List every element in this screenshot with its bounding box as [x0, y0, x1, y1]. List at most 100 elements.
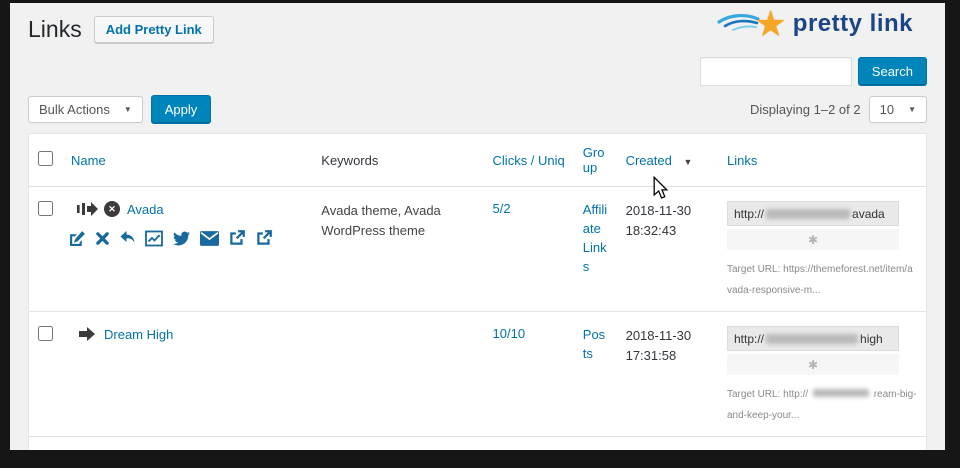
row-checkbox[interactable] — [38, 201, 53, 216]
delete-icon[interactable] — [95, 231, 110, 246]
created-cell: 2018-11-30 17:31:58 — [617, 312, 718, 437]
search-input[interactable] — [700, 57, 852, 86]
no-redirect-icon: ✕ — [104, 201, 120, 217]
footer-empty-cell — [29, 437, 63, 451]
redirect-arrow-icon — [77, 326, 98, 342]
external-link-icon[interactable] — [228, 229, 246, 247]
row-select-cell — [29, 312, 63, 437]
slug-strip: ✱ — [727, 229, 899, 250]
name-cell: Dream High — [62, 312, 312, 437]
name-line: Dream High — [71, 326, 303, 342]
group-link[interactable]: Posts — [583, 327, 605, 361]
clicks-cell: 5/2 — [484, 187, 574, 312]
per-page-select[interactable]: 10 ▼ — [869, 96, 927, 123]
pretty-url-input[interactable]: http:// high — [727, 326, 899, 351]
row-select-cell — [29, 187, 63, 312]
link-name[interactable]: Avada — [127, 202, 164, 217]
bulk-actions-label: Bulk Actions — [39, 102, 110, 117]
chevron-down-icon: ▼ — [124, 105, 132, 114]
target-url-text: Target URL: https://themeforest.net/item… — [727, 259, 917, 301]
footer-header-links: Links — [718, 437, 927, 451]
add-pretty-link-button[interactable]: Add Pretty Link — [94, 16, 214, 43]
bulk-actions-select[interactable]: Bulk Actions ▼ — [28, 96, 143, 123]
link-name[interactable]: Dream High — [104, 327, 173, 342]
clicks-link[interactable]: 10/10 — [493, 326, 526, 341]
column-header-clicks[interactable]: Clicks / Uniq — [484, 134, 574, 187]
search-button[interactable]: Search — [858, 57, 927, 86]
url-prefix: http:// — [734, 332, 764, 346]
group-link[interactable]: Affiliate Links — [583, 202, 607, 274]
pagination-top: Displaying 1–2 of 2 10 ▼ — [750, 96, 927, 123]
table-footer: Name Keywords Clicks / Uniq Group Create… — [29, 437, 927, 451]
created-time: 18:32:43 — [626, 221, 709, 241]
row-actions — [69, 229, 303, 247]
sort-descending-icon: ▼ — [683, 157, 692, 167]
url-suffix: high — [860, 332, 883, 346]
created-date: 2018-11-30 — [626, 326, 709, 346]
select-all-cell — [29, 134, 63, 187]
email-icon[interactable] — [200, 231, 219, 246]
footer-header-created: Created — [617, 437, 718, 451]
twitter-icon[interactable] — [172, 230, 191, 247]
chevron-down-icon: ▼ — [908, 105, 916, 114]
logo-star-icon: ★ — [755, 9, 787, 39]
visit-link-icon[interactable] — [255, 229, 273, 247]
keywords-cell — [312, 312, 483, 437]
page-title: Links — [28, 16, 82, 43]
target-url-text: Target URL: http:// ream-big-and-keep-yo… — [727, 384, 917, 426]
footer-row: Name Keywords Clicks / Uniq Group Create… — [29, 437, 927, 451]
reset-reply-icon[interactable] — [119, 230, 136, 246]
name-cell: ✕ Avada — [62, 187, 312, 312]
edit-icon[interactable] — [69, 230, 86, 247]
pretty-url-input[interactable]: http:// avada — [727, 201, 899, 226]
name-line: ✕ Avada — [71, 201, 303, 217]
apply-button[interactable]: Apply — [151, 95, 212, 124]
clicks-link[interactable]: 5/2 — [493, 201, 511, 216]
header-row: Name Keywords Clicks / Uniq Group Create… — [29, 134, 927, 187]
table-header: Name Keywords Clicks / Uniq Group Create… — [29, 134, 927, 187]
admin-page: Links Add Pretty Link ★ pretty link Sear… — [10, 3, 945, 450]
footer-header-keywords: Keywords — [312, 437, 483, 451]
pretty-link-logo: ★ pretty link — [717, 9, 913, 39]
asterisk-icon: ✱ — [808, 233, 818, 247]
links-table: Name Keywords Clicks / Uniq Group Create… — [28, 133, 927, 450]
row-checkbox[interactable] — [38, 326, 53, 341]
clicks-cell: 10/10 — [484, 312, 574, 437]
column-header-links[interactable]: Links — [718, 134, 927, 187]
column-header-group[interactable]: Group — [574, 134, 617, 187]
created-date: 2018-11-30 — [626, 201, 709, 221]
created-label: Created — [626, 153, 672, 168]
group-cell: Posts — [574, 312, 617, 437]
asterisk-icon: ✱ — [808, 358, 818, 372]
blurred-url-segment — [766, 209, 850, 219]
blurred-url-segment — [766, 334, 858, 344]
links-cell: http:// high ✱ Target URL: http:// ream-… — [718, 312, 927, 437]
target-url-prefix: Target URL: http:// — [727, 389, 808, 400]
stats-chart-icon[interactable] — [145, 230, 163, 247]
displaying-text: Displaying 1–2 of 2 — [750, 102, 861, 117]
table-row: ✕ Avada — [29, 187, 927, 312]
page-header: Links Add Pretty Link ★ pretty link — [28, 3, 927, 43]
url-prefix: http:// — [734, 207, 764, 221]
column-header-created[interactable]: Created ▼ — [617, 134, 718, 187]
tracking-arrow-icon — [77, 201, 98, 217]
links-cell: http:// avada ✱ Target URL: https://them… — [718, 187, 927, 312]
bulk-actions-group: Bulk Actions ▼ Apply — [28, 95, 211, 124]
column-header-name[interactable]: Name — [62, 134, 312, 187]
table-row: Dream High 10/10 Posts 2018-11-30 17:31:… — [29, 312, 927, 437]
footer-header-clicks: Clicks / Uniq — [484, 437, 574, 451]
list-toolbar: Bulk Actions ▼ Apply Displaying 1–2 of 2… — [28, 95, 927, 124]
search-bar: Search — [28, 57, 927, 86]
created-time: 17:31:58 — [626, 346, 709, 366]
footer-header-name: Name — [62, 437, 312, 451]
column-header-keywords: Keywords — [312, 134, 483, 187]
select-all-checkbox[interactable] — [38, 151, 53, 166]
slug-strip: ✱ — [727, 354, 899, 375]
footer-header-group: Group — [574, 437, 617, 451]
keywords-cell: Avada theme, Avada WordPress theme — [312, 187, 483, 312]
blurred-url-segment — [813, 389, 869, 397]
url-suffix: avada — [852, 207, 885, 221]
logo-text: pretty link — [793, 10, 913, 38]
per-page-value: 10 — [880, 102, 894, 117]
created-cell: 2018-11-30 18:32:43 — [617, 187, 718, 312]
